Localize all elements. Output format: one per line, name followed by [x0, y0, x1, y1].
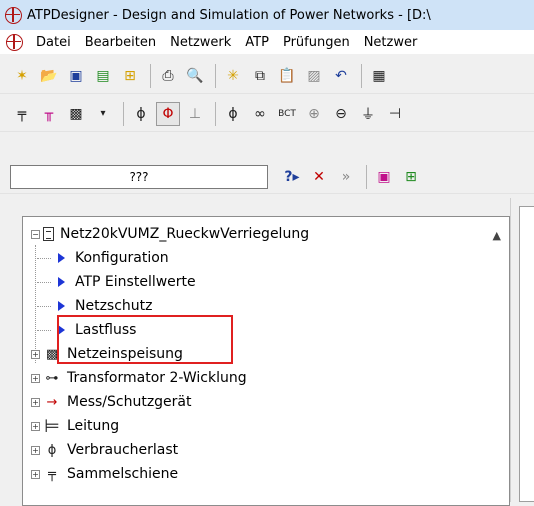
tree-item-label: ATP Einstellwerte	[75, 274, 196, 290]
tree-group-label: Leitung	[67, 418, 120, 434]
scroll-up-icon[interactable]: ▲	[493, 229, 501, 242]
tree-connector	[37, 257, 51, 259]
copy-icon[interactable]: ⧉	[248, 64, 272, 88]
tree-group-label: Sammelschiene	[67, 466, 179, 482]
tree-group-label: Transformator 2-Wicklung	[67, 370, 247, 386]
toolbar-separator	[123, 101, 124, 126]
menu-datei[interactable]: Datei	[29, 35, 78, 50]
line-icon: ⊨	[44, 415, 60, 437]
component-search-input[interactable]: ???	[10, 164, 268, 189]
tree-item-atp-einstellwerte[interactable]: ATP Einstellwerte	[37, 271, 196, 293]
network-help-icon[interactable]: ⊞	[399, 165, 423, 189]
tree-connector	[37, 305, 51, 307]
tree-root-label: Netz20kVUMZ_RueckwVerriegelung	[60, 226, 310, 242]
transformer-icon: ⊶	[45, 370, 59, 386]
expand-icon[interactable]: +	[31, 469, 40, 479]
grid-view-icon[interactable]: ▦	[367, 64, 391, 88]
expand-icon[interactable]: +	[31, 373, 40, 383]
print-icon[interactable]: ⎙	[156, 64, 180, 88]
toolbar-separator	[366, 164, 367, 189]
components-toolbar: ╤ ╥ ▩ ▾ ϕ Φ ⊥ ϕ ∞ BCT ⊕ ⊖ ⏚ ⊣	[0, 96, 534, 132]
busbar-icon[interactable]: ╤	[10, 102, 34, 126]
tree-group-sammelschiene[interactable]: + ╤ Sammelschiene	[31, 463, 178, 485]
tree-connector	[37, 281, 51, 283]
relay-icon: →	[46, 394, 58, 410]
system-menu-icon[interactable]	[6, 33, 23, 51]
network-info-icon[interactable]: ▣	[372, 165, 396, 189]
drawing-canvas[interactable]	[519, 206, 534, 502]
undo-icon[interactable]: ↶	[329, 64, 353, 88]
component-search-value: ???	[129, 169, 149, 184]
expand-icon[interactable]: +	[31, 421, 40, 431]
menu-atp[interactable]: ATP	[238, 35, 276, 50]
menu-bearbeiten[interactable]: Bearbeiten	[78, 35, 163, 50]
menu-pruefungen[interactable]: Prüfungen	[276, 35, 357, 50]
delete-icon[interactable]: ✕	[307, 165, 331, 189]
tree-item-konfiguration[interactable]: Konfiguration	[37, 247, 169, 269]
document-icon	[43, 227, 54, 241]
busbar-red-icon[interactable]: ╥	[37, 102, 61, 126]
infeed-icon[interactable]: Φ	[156, 101, 180, 126]
component-block-icon[interactable]: ▩	[64, 102, 88, 126]
open-folder-icon[interactable]: 📂	[37, 64, 61, 88]
earthing-icon[interactable]: ⏚	[356, 102, 380, 126]
tree-group-label: Verbraucherlast	[67, 442, 179, 458]
source-icon[interactable]: ⊖	[329, 102, 353, 126]
title-bar: ATPDesigner - Design and Simulation of P…	[0, 0, 534, 30]
tree-item-label: Konfiguration	[75, 250, 169, 266]
atpdesigner-logo-icon	[5, 6, 22, 24]
print-preview-icon[interactable]: 🔍	[183, 64, 207, 88]
paste-special-icon[interactable]: ▨	[302, 64, 326, 88]
tree-group-mess-schutzgeraet[interactable]: + → Mess/Schutzgerät	[31, 391, 192, 413]
search-toolbar: ??? ?▸ ✕ » ▣ ⊞	[0, 160, 534, 194]
arrow-right-icon	[58, 253, 65, 263]
tree-item-label: Netzschutz	[75, 298, 153, 314]
tree-group-leitung[interactable]: + ⊨ Leitung	[31, 415, 119, 437]
find-next-icon[interactable]: ?▸	[280, 165, 304, 189]
current-transformer-icon[interactable]: BCT	[275, 102, 299, 126]
new-file-icon[interactable]: ✶	[10, 64, 34, 88]
tree-group-verbraucherlast[interactable]: + ϕ Verbraucherlast	[31, 439, 178, 461]
tree-item-netzschutz[interactable]: Netzschutz	[37, 295, 153, 317]
ground-icon[interactable]: ⊥	[183, 102, 207, 126]
tree-root[interactable]: − Netz20kVUMZ_RueckwVerriegelung	[31, 223, 309, 245]
new-document-icon[interactable]: ✳	[221, 64, 245, 88]
expand-icon[interactable]: +	[31, 445, 40, 455]
load-icon: ϕ	[47, 442, 57, 458]
standard-toolbar: ✶ 📂 ▣ ▤ ⊞ ⎙ 🔍 ✳ ⧉ 📋 ▨ ↶ ▦	[0, 58, 534, 94]
window-title: ATPDesigner - Design and Simulation of P…	[27, 7, 431, 23]
save-icon[interactable]: ▣	[64, 64, 88, 88]
menu-netzwerk-2[interactable]: Netzwer	[357, 35, 425, 50]
load-icon[interactable]: ϕ	[129, 102, 153, 126]
tree-connector	[37, 329, 51, 331]
transformer-icon[interactable]: ∞	[248, 102, 272, 126]
fuse-icon[interactable]: ϕ	[221, 102, 245, 126]
arrow-right-icon	[58, 301, 65, 311]
structure-icon[interactable]: ⊞	[118, 64, 142, 88]
toolbar-separator	[215, 63, 216, 88]
component-dropdown-icon[interactable]: ▾	[91, 102, 115, 126]
collapse-icon[interactable]: −	[31, 229, 40, 239]
arrow-right-icon	[58, 277, 65, 287]
paste-icon[interactable]: 📋	[275, 64, 299, 88]
tree-group-transformator[interactable]: + ⊶ Transformator 2-Wicklung	[31, 367, 247, 389]
toolbar-separator	[215, 101, 216, 126]
generator-icon[interactable]: ⊕	[302, 102, 326, 126]
toolbar-separator	[361, 63, 362, 88]
highlight-box	[57, 315, 233, 364]
toolbar-separator	[150, 63, 151, 88]
tree-group-label: Mess/Schutzgerät	[67, 394, 192, 410]
menu-netzwerk[interactable]: Netzwerk	[163, 35, 238, 50]
drawing-panel	[510, 198, 534, 502]
busbar-icon: ╤	[48, 466, 56, 482]
capacitor-icon[interactable]: ⊣	[383, 102, 407, 126]
expand-icon[interactable]: +	[31, 349, 40, 359]
expand-icon[interactable]: +	[31, 397, 40, 407]
menu-bar: Datei Bearbeiten Netzwerk ATP Prüfungen …	[0, 30, 534, 54]
fast-forward-icon[interactable]: »	[334, 165, 358, 189]
save-all-icon[interactable]: ▤	[91, 64, 115, 88]
